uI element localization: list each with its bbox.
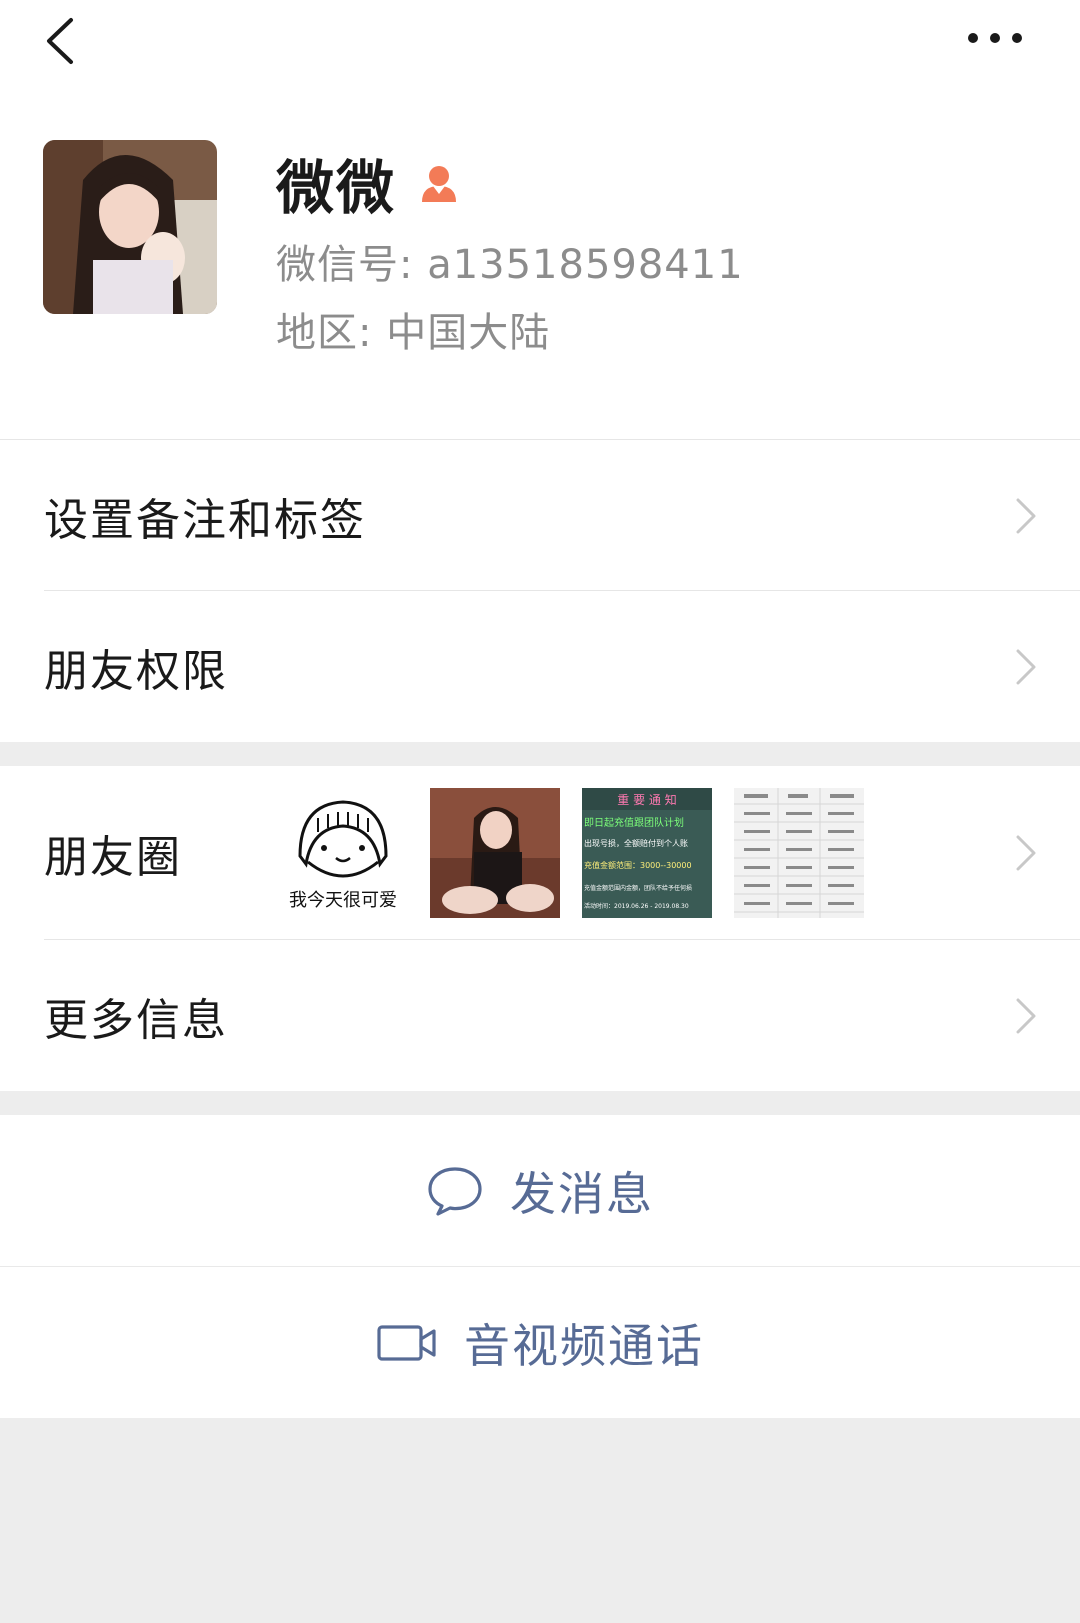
chevron-right-icon — [1016, 835, 1036, 871]
moments-thumbnail-notice[interactable]: 重 要 通 知 即日起充值跟团队计划 出现号损，全额赔付到个人账 充值金额范围：… — [582, 788, 712, 918]
chat-bubble-icon — [428, 1166, 482, 1216]
table-image — [734, 788, 864, 918]
chevron-right-icon — [1016, 498, 1036, 533]
audio-video-call-label: 音视频通话 — [464, 1318, 704, 1373]
profile-header: 微微 微信号: a13518598411 地区: 中国大陆 — [0, 92, 1080, 440]
send-message-button[interactable]: 发消息 — [0, 1115, 1080, 1266]
chevron-left-icon — [47, 18, 73, 64]
moments-thumbnail-sketch[interactable]: 我今天很可爱 — [278, 788, 408, 918]
friend-permissions-row[interactable]: 朋友权限 — [0, 591, 1080, 742]
moments-row[interactable]: 朋友圈 我今天很可爱 重 要 通 知 即日起充值跟团队计划 出现号损，全额赔付到… — [0, 766, 1080, 940]
send-message-label: 发消息 — [510, 1166, 654, 1221]
photo-image — [430, 788, 560, 918]
friend-permissions-label: 朋友权限 — [44, 645, 228, 697]
notice-image: 重 要 通 知 即日起充值跟团队计划 出现号损，全额赔付到个人账 充值金额范围：… — [582, 788, 712, 918]
avatar-image — [43, 140, 217, 314]
contact-name: 微微 — [276, 154, 397, 222]
moments-label: 朋友圈 — [44, 832, 182, 883]
more-dots-icon — [968, 33, 1022, 43]
moments-thumbnails: 我今天很可爱 重 要 通 知 即日起充值跟团队计划 出现号损，全额赔付到个人账 … — [278, 788, 864, 918]
moments-thumbnail-photo[interactable] — [430, 788, 560, 918]
region: 地区: 中国大陆 — [276, 310, 551, 356]
notice-line-4: 充值金额范围：3000--30000 — [584, 860, 692, 870]
set-remark-and-tags-row[interactable]: 设置备注和标签 — [0, 440, 1080, 591]
more-info-label: 更多信息 — [44, 994, 228, 1046]
avatar[interactable] — [43, 140, 217, 314]
more-info-row[interactable]: 更多信息 — [0, 940, 1080, 1091]
audio-video-call-button[interactable]: 音视频通话 — [0, 1267, 1080, 1418]
video-camera-icon — [377, 1324, 436, 1361]
sketch-caption: 我今天很可爱 — [289, 890, 397, 911]
set-remark-and-tags-label: 设置备注和标签 — [44, 494, 366, 546]
chevron-right-icon — [1016, 998, 1036, 1033]
female-icon — [422, 166, 457, 202]
chevron-right-icon — [1016, 649, 1036, 684]
notice-line-5: 充值金额范围内金额，团队不给予任何损 — [584, 884, 692, 892]
back-button[interactable] — [28, 6, 92, 76]
name-row: 微微 — [276, 148, 460, 222]
notice-line-6: 活动时间：2019.06.26 - 2019.08.30 — [584, 902, 689, 910]
sketch-girl-icon: 我今天很可爱 — [278, 788, 408, 918]
settings-group: 设置备注和标签 朋友权限 — [0, 440, 1080, 742]
notice-line-1: 重 要 通 知 — [617, 793, 676, 807]
more-options-button[interactable] — [950, 8, 1040, 68]
moments-group: 朋友圈 我今天很可爱 重 要 通 知 即日起充值跟团队计划 出现号损，全额赔付到… — [0, 766, 1080, 1091]
notice-line-3: 出现号损，全额赔付到个人账 — [584, 838, 688, 848]
notice-line-2: 即日起充值跟团队计划 — [584, 816, 684, 829]
moments-thumbnail-table[interactable] — [734, 788, 864, 918]
wechat-id: 微信号: a13518598411 — [276, 242, 744, 288]
top-navigation-bar — [0, 0, 1080, 92]
